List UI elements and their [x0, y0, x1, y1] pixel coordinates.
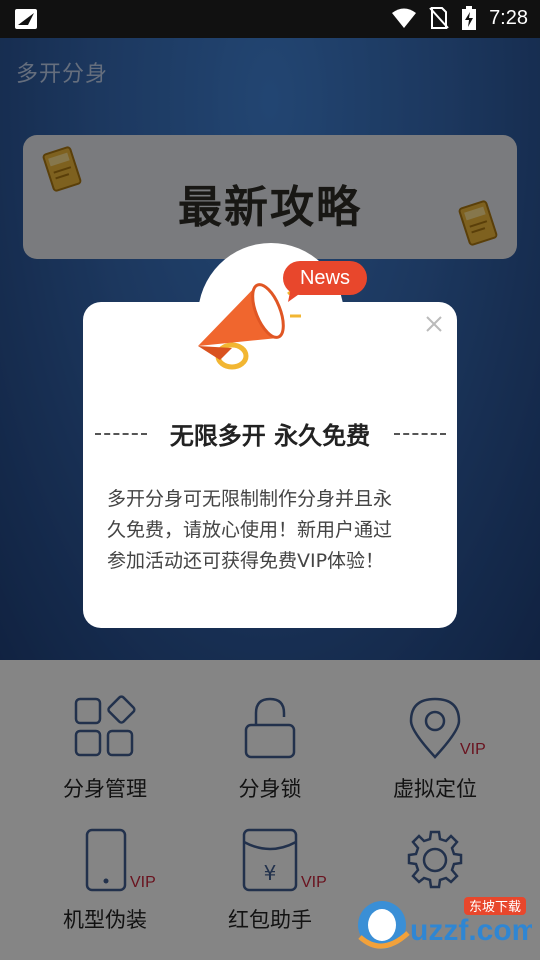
uzzf-watermark-logo: 东坡下载 uzzf.com [358, 897, 532, 949]
watermark-cn-label: 东坡下载 [469, 900, 521, 915]
dialog-body-line: 参加活动还可获得免费VIP体验！ [107, 550, 385, 572]
battery-charging-icon [462, 6, 477, 30]
status-time: 7:28 [489, 6, 528, 29]
no-sim-icon [429, 7, 449, 29]
watermark-brand: uzzf.com [410, 914, 532, 947]
wifi-icon [392, 8, 417, 28]
news-badge: News [283, 261, 367, 295]
dialog-body-line: 久免费，请放心使用！新用户通过 [107, 519, 393, 541]
app-notification-icon [15, 9, 37, 29]
status-bar: 7:28 [0, 0, 540, 38]
megaphone-icon [198, 283, 301, 370]
close-icon[interactable] [424, 314, 444, 334]
badge-pointer [288, 292, 302, 302]
dialog-body: 多开分身可无限制制作分身并且永 久免费，请放心使用！新用户通过 参加活动还可获得… [107, 484, 437, 577]
dialog-body-line: 多开分身可无限制制作分身并且永 [107, 488, 393, 510]
heading-divider-right [394, 433, 446, 435]
